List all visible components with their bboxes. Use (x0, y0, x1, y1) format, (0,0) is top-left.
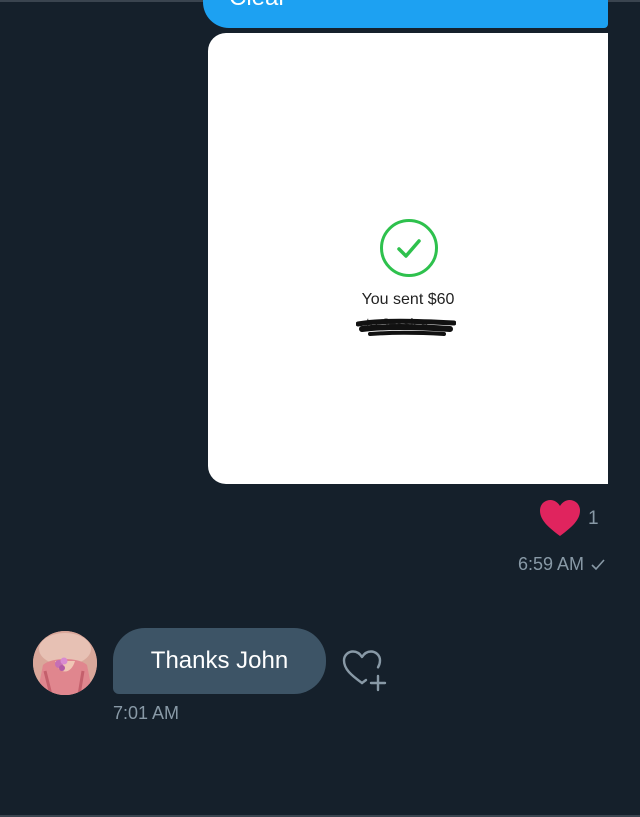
payment-screenshot-attachment[interactable]: You sent $60 to Jessica (208, 33, 608, 484)
message-thread: Clear You sent $60 to Jessica 1 6:59 AM (0, 0, 640, 817)
outgoing-message-text: Clear (229, 0, 286, 12)
avatar[interactable] (33, 631, 97, 695)
check-icon (590, 558, 606, 577)
heart-icon (538, 500, 582, 542)
reaction-count: 1 (588, 508, 599, 529)
incoming-message-time: 7:01 AM (113, 703, 180, 723)
like-message-button[interactable] (340, 648, 392, 694)
heart-plus-icon (340, 650, 392, 698)
success-check-icon (380, 219, 438, 277)
outgoing-message-time: 6:59 AM (517, 554, 584, 574)
payment-amount-text: You sent $60 (361, 291, 455, 308)
reaction-heart[interactable] (538, 498, 582, 538)
incoming-message-bubble[interactable]: Thanks John (113, 628, 326, 694)
redacted-recipient: to Jessica (355, 315, 457, 343)
outgoing-message-bubble[interactable]: Clear (203, 0, 608, 28)
incoming-message-text: Thanks John (150, 647, 289, 674)
